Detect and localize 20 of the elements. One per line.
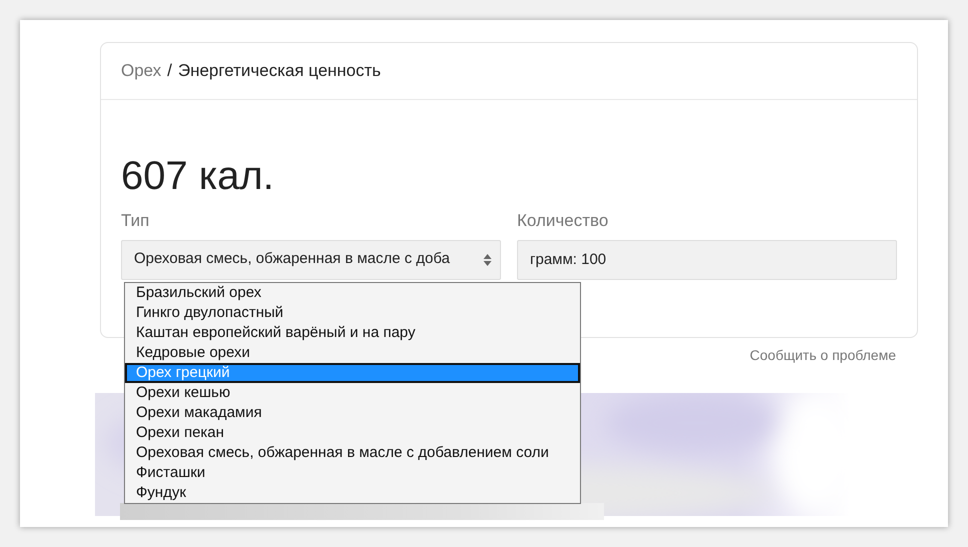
breadcrumb-current: Энергетическая ценность: [178, 60, 381, 82]
dropdown-option[interactable]: Орехи макадамия: [125, 403, 580, 423]
sort-caret-icon: [483, 252, 492, 266]
dropdown-option[interactable]: Орехи пекан: [125, 423, 580, 443]
breadcrumb-link[interactable]: Орех: [121, 58, 162, 84]
amount-field[interactable]: грамм: 100: [517, 240, 897, 280]
field-label: Тип: [121, 210, 150, 232]
dropdown-option[interactable]: Гинкго двулопастный: [125, 303, 580, 323]
dropdown-option[interactable]: Каштан европейский варёный и на пару: [125, 323, 580, 343]
dropdown-option[interactable]: Фундук: [125, 483, 580, 503]
dropdown-option[interactable]: Ореховая смесь, обжаренная в масле с добавлением соли: [125, 443, 580, 463]
dropdown-option[interactable]: Бразильский орех: [125, 283, 580, 303]
dropdown-option[interactable]: Кедровые орехи: [125, 343, 580, 363]
dropdown-option[interactable]: Фисташки: [125, 463, 580, 483]
breadcrumb-separator: /: [167, 60, 172, 82]
type-select[interactable]: Ореховая смесь, обжаренная в масле с доба: [121, 240, 501, 280]
calorie-value: 607 кал.: [121, 153, 275, 200]
dropdown-option[interactable]: Орехи кешью: [125, 383, 580, 403]
field-label: Количество: [517, 210, 610, 232]
report-link[interactable]: Сообщить о проблеме: [750, 345, 896, 366]
